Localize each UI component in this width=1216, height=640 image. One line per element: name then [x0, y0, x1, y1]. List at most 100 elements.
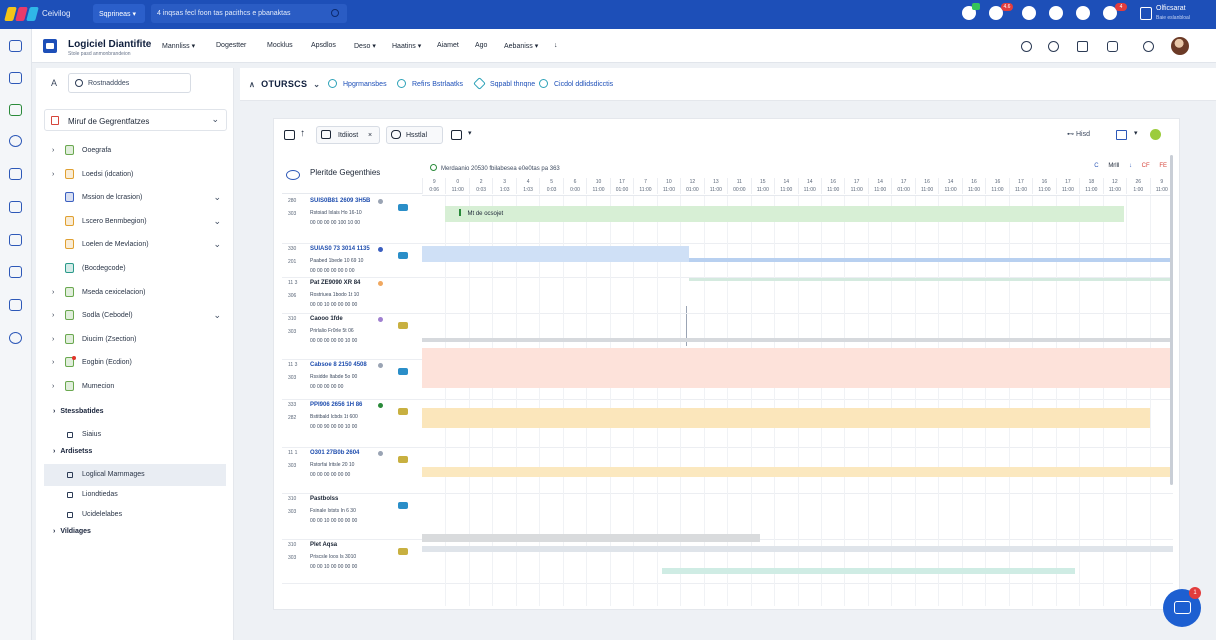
product-logo-icon[interactable]	[43, 39, 57, 53]
timeline-control-cf[interactable]: CF	[1142, 163, 1150, 169]
workspace-switcher[interactable]: Sqprineas ▾	[93, 4, 145, 23]
tab-3[interactable]: Cicdol ddlidsdicctis	[539, 79, 613, 88]
task-row[interactable]: 11 3 306 Pat ZE9090 XR 84 Rostriuea 1bodo 1…	[282, 278, 422, 314]
close-icon[interactable]: ×	[368, 132, 372, 139]
nav-item-8[interactable]: Aebaniss ▾	[504, 42, 538, 50]
nav-item-6[interactable]: Aiamet	[437, 42, 459, 49]
view-title[interactable]: ∧ OTURSCS ⌄	[249, 79, 320, 89]
nav-item-0[interactable]: Mannliss ▾	[162, 42, 195, 50]
tree-item[interactable]: (Bocdegcode)	[52, 260, 227, 280]
task-type-icon[interactable]	[398, 204, 408, 211]
list-icon[interactable]	[9, 168, 22, 180]
section-header[interactable]: › Stessbatides	[53, 408, 104, 415]
nav-item-2[interactable]: Mocklus	[267, 42, 293, 49]
tree-item[interactable]: Lscero Benmbegion) ⌄	[52, 213, 227, 233]
arrow-up-icon[interactable]: ↑	[300, 128, 305, 139]
section-item[interactable]: Siaius	[44, 424, 226, 446]
dashboard-icon[interactable]	[9, 40, 22, 52]
gantt-bar[interactable]	[422, 348, 1173, 388]
task-type-icon[interactable]	[398, 456, 408, 463]
chevron-down-icon[interactable]: ⌄	[213, 310, 221, 321]
view-chip[interactable]: Hsstlal	[386, 126, 443, 144]
tree-item[interactable]: › Loedsi (idcation)	[52, 166, 227, 186]
zoom-label[interactable]: ⊷ Hisd	[1067, 130, 1090, 138]
task-type-icon[interactable]	[398, 548, 408, 555]
task-type-icon[interactable]	[398, 322, 408, 329]
tag-icon[interactable]	[9, 201, 22, 213]
section-header[interactable]: › Vildiages	[53, 528, 91, 535]
tree-item[interactable]: › Diucim (Zsection)	[52, 331, 227, 351]
tab-1[interactable]: Refirs Bstrlaatks	[397, 79, 463, 88]
calendar-icon[interactable]	[1077, 41, 1088, 52]
section-item[interactable]: Liondtiedas	[44, 484, 226, 506]
people-icon[interactable]	[9, 266, 22, 278]
task-row[interactable]: 310 303 Plet Aqsa Priscsle Ioos Is 3010 00 0…	[282, 540, 422, 584]
tree-item[interactable]: › Ooegrafa	[52, 142, 227, 162]
links-icon[interactable]	[9, 104, 22, 116]
task-row[interactable]: 333 282 PPI906 2656 1H 86 Bstitbald Icbds 1…	[282, 400, 422, 448]
status-icon[interactable]	[1150, 129, 1161, 140]
section-item[interactable]: Loglical Marnmages	[44, 464, 226, 486]
task-type-icon[interactable]	[398, 408, 408, 415]
tree-search-input[interactable]: Rostnadddes	[68, 73, 191, 93]
shield-icon[interactable]	[9, 234, 22, 246]
expand-caret-icon[interactable]: ›	[52, 171, 54, 178]
expand-caret-icon[interactable]: ›	[52, 289, 54, 296]
gantt-bar[interactable]	[422, 467, 1173, 477]
home-icon[interactable]	[1021, 41, 1032, 52]
timeline-control-fe[interactable]: FE	[1159, 163, 1167, 169]
collapse-toggle[interactable]: A	[51, 78, 57, 88]
reports-icon[interactable]	[9, 72, 22, 84]
tree-item[interactable]: › Eogbin (Ecdion)	[52, 354, 227, 374]
task-type-icon[interactable]	[398, 368, 408, 375]
clock-icon[interactable]	[1143, 41, 1154, 52]
screen-icon[interactable]	[451, 130, 462, 140]
tab-0[interactable]: Hpgrmansbes	[328, 79, 387, 88]
task-type-icon[interactable]	[398, 252, 408, 259]
chevron-down-icon[interactable]: ▾	[468, 129, 472, 137]
project-select[interactable]: Miruf de Gegrentfatzes ⌄	[44, 109, 227, 131]
expand-caret-icon[interactable]: ›	[52, 383, 54, 390]
tools-icon[interactable]	[1076, 6, 1090, 20]
briefcase-icon[interactable]	[9, 299, 22, 311]
gantt-bar[interactable]	[422, 546, 1173, 552]
gantt-bar[interactable]	[662, 568, 1076, 574]
chevron-down-icon[interactable]: ⌄	[213, 216, 221, 227]
tree-item[interactable]: Loelen de Mevlacion) ⌄	[52, 236, 227, 256]
task-row[interactable]: 11 3 303 Cabsoe 8 2150 4508 Rssidde Itabde …	[282, 360, 422, 400]
app-logo[interactable]	[4, 5, 39, 23]
nav-item-7[interactable]: Ago	[475, 42, 487, 49]
help-icon[interactable]	[1048, 41, 1059, 52]
settings-icon[interactable]: 4.6	[989, 3, 1013, 20]
tree-item[interactable]: › Mumecion	[52, 378, 227, 398]
gantt-bar[interactable]	[688, 278, 1173, 281]
gantt-bar[interactable]: Mt de ocsojet	[444, 206, 1125, 222]
filter-chip[interactable]: Itdiiost ×	[316, 126, 380, 144]
expand-caret-icon[interactable]: ›	[52, 359, 54, 366]
tree-item[interactable]: Mssion de lcrasion) ⌄	[52, 189, 227, 209]
task-row[interactable]: 310 303 Pastbolss Fsinale Ixtsts In 6 30 00 …	[282, 494, 422, 540]
task-type-icon[interactable]	[398, 502, 408, 509]
timeline-control-scale[interactable]: Mrlll	[1108, 163, 1119, 169]
global-search-input[interactable]: 4 inqsas fecl foon tas pacithcs e pbanak…	[151, 4, 347, 23]
tree-item[interactable]: › Sodla (Cebodel) ⌄	[52, 307, 227, 327]
gantt-bar[interactable]	[422, 338, 1173, 342]
section-header[interactable]: › Ardisetss	[53, 448, 92, 455]
nav-item-4[interactable]: Deso ▾	[354, 42, 376, 50]
expand-caret-icon[interactable]: ›	[52, 312, 54, 319]
timeline-control-arrow[interactable]: ↓	[1129, 163, 1132, 169]
collapse-up-icon[interactable]: ∧	[249, 80, 255, 89]
tree-item[interactable]: › Mseda cexicelacion)	[52, 284, 227, 304]
gantt-bar[interactable]	[422, 408, 1151, 428]
task-row[interactable]: 330 201 SUIAS0 73 3014 1135 Paabed 1bede 10…	[282, 244, 422, 278]
car-icon[interactable]	[1107, 41, 1118, 52]
avatar[interactable]	[1171, 37, 1189, 55]
task-row[interactable]: 280 303 SUIS0B81 2609 3H5B Rstoiad Ixlais H…	[282, 196, 422, 244]
bell-icon[interactable]: 4	[1103, 3, 1127, 20]
timeline-control-c[interactable]: C	[1094, 163, 1098, 169]
gantt-bar[interactable]	[422, 246, 689, 262]
pin-icon[interactable]	[1049, 6, 1063, 20]
grid-view-icon[interactable]	[284, 130, 295, 140]
heart-icon[interactable]	[9, 135, 22, 147]
nav-item-5[interactable]: Haatins ▾	[392, 42, 421, 50]
